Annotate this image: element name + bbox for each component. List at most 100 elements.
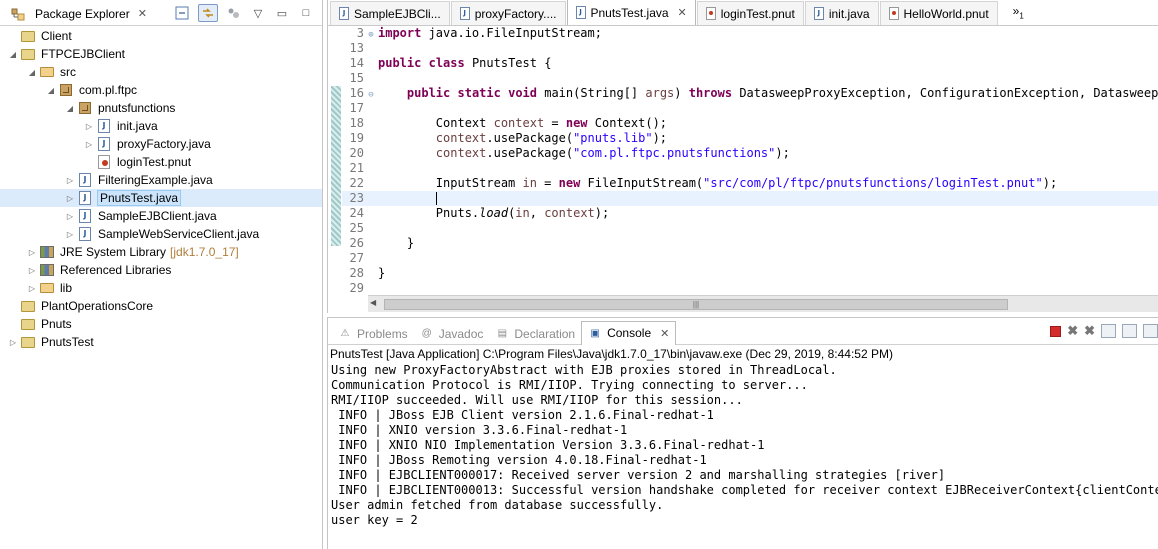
view-menu-icon[interactable]: ▽ [250, 5, 266, 21]
expanded-twisty-icon[interactable]: ◢ [65, 104, 75, 113]
tree-item[interactable]: ▷ JproxyFactory.java [0, 135, 322, 153]
close-icon[interactable]: ✕ [678, 6, 687, 19]
code-text [376, 191, 437, 205]
editor-tab-label: loginTest.pnut [720, 6, 795, 21]
code-area[interactable]: 3 ⊕ import java.io.FileInputStream; 13 14 pub… [328, 26, 1158, 295]
tree-item[interactable]: ▷ J SampleWebServiceClient.java [0, 225, 322, 243]
java-editor: J SampleEJBCli... JproxyFactory.... J PnutsT… [327, 0, 1158, 313]
collapsed-twisty-icon[interactable]: ▷ [84, 122, 94, 131]
tree-item[interactable]: ▷ lib [0, 279, 322, 297]
link-with-editor-icon[interactable] [198, 4, 218, 22]
clear-console-icon[interactable] [1101, 324, 1116, 338]
expanded-twisty-icon[interactable]: ◢ [8, 50, 18, 59]
tree-item[interactable]: ◢ com.pl.ftpc [0, 81, 322, 99]
project-icon [20, 316, 36, 332]
console-panel-tab[interactable]: ▤ Declaration [489, 323, 581, 345]
editor-tab[interactable]: Jinit.java [804, 1, 879, 25]
maximize-icon[interactable]: □ [298, 5, 314, 21]
tree-item-label: loginTest.pnut [117, 155, 192, 169]
remove-all-terminated-icon[interactable]: ✖ [1084, 323, 1095, 339]
collapsed-twisty-icon[interactable]: ▷ [27, 248, 37, 257]
tree-item[interactable]: ▷ Jinit.java [0, 117, 322, 135]
change-marker [331, 86, 341, 246]
close-icon[interactable]: ✕ [138, 7, 147, 20]
console-output-line: INFO | XNIO NIO Implementation Version 3… [331, 438, 765, 452]
scroll-lock-icon[interactable] [1122, 324, 1137, 338]
tree-item[interactable]: ◢ pnutsfunctions [0, 99, 322, 117]
horizontal-scrollbar[interactable]: ◀ ||| [368, 295, 1158, 312]
scroll-left-icon[interactable]: ◀ [370, 298, 376, 307]
console-panel-tab-label: Console [607, 326, 652, 340]
collapse-all-icon[interactable] [174, 5, 190, 21]
collapsed-twisty-icon[interactable]: ▷ [84, 140, 94, 149]
editor-tab[interactable]: J SampleEJBCli... [330, 1, 450, 25]
code-line: 29 [342, 281, 1158, 295]
collapsed-twisty-icon[interactable]: ▷ [65, 176, 75, 185]
close-icon[interactable]: ✕ [660, 327, 669, 340]
java-file-icon: J [813, 7, 824, 20]
collapsed-twisty-icon[interactable]: ▷ [8, 338, 18, 347]
console-panel-tab[interactable]: ▣ Console ✕ [581, 320, 677, 345]
code-line: 14 public class PnutsTest { [342, 56, 1158, 71]
tree-item[interactable]: ◢ src [0, 63, 322, 81]
tree-item[interactable]: Client [0, 27, 322, 45]
tree-item-label: com.pl.ftpc [79, 83, 138, 97]
tree-item[interactable]: ▷ Referenced Libraries [0, 261, 322, 279]
collapsed-twisty-icon[interactable]: ▷ [27, 284, 37, 293]
line-number: 18 [349, 116, 364, 130]
console-output-line: INFO | EJBCLIENT000017: Received server … [331, 468, 946, 482]
code-text: public static void main(String[] args) t… [406, 86, 1158, 100]
code-text: public class PnutsTest { [378, 56, 552, 70]
tree-item[interactable]: ▷ J PnutsTest.java [0, 189, 322, 207]
code-text: context.usePackage("pnuts.lib"); [435, 131, 668, 145]
tree-item[interactable]: PlantOperationsCore [0, 297, 322, 315]
tree-item[interactable]: ▷ J SampleEJBClient.java [0, 207, 322, 225]
tree-item[interactable]: ◢ FTPCEJBClient [0, 45, 322, 63]
tree-item[interactable]: ▷ PnutsTest [0, 333, 322, 351]
console-panel-tab[interactable]: ⚠ Problems [332, 323, 414, 345]
collapsed-twisty-icon[interactable]: ▷ [27, 266, 37, 275]
tree-item[interactable]: ▷ JRE System Library [jdk1.7.0_17] [0, 243, 322, 261]
remove-launch-icon[interactable]: ✖ [1067, 323, 1078, 339]
line-number: 21 [349, 161, 364, 175]
editor-tab[interactable]: HelloWorld.pnut [879, 1, 998, 25]
terminate-icon[interactable] [1050, 325, 1062, 337]
package-explorer: Package Explorer ✕ ▽ ▭ □ Client ◢ FTPCEJBC… [0, 0, 323, 549]
tab-overflow-icon[interactable]: »1 [1013, 4, 1024, 20]
editor-tab[interactable]: J PnutsTest.java ✕ [566, 0, 696, 25]
tree-item-label: Pnuts [41, 317, 72, 331]
java-file-icon: J [96, 136, 112, 152]
minimize-icon[interactable]: ▭ [274, 5, 290, 21]
tree-item-label: pnutsfunctions [98, 101, 176, 115]
collapsed-twisty-icon[interactable]: ▷ [65, 212, 75, 221]
editor-tab[interactable]: loginTest.pnut [696, 1, 804, 25]
console-output[interactable]: Using new ProxyFactoryAbstract with EJB … [328, 363, 1158, 528]
package-explorer-title: Package Explorer [35, 6, 130, 21]
expanded-twisty-icon[interactable]: ◢ [27, 68, 37, 77]
console-output-line: INFO | JBoss EJB Client version 2.1.6.Fi… [331, 408, 714, 422]
change-ruler [328, 26, 342, 295]
console-panel-tab[interactable]: @ Javadoc [414, 323, 490, 345]
project-icon [20, 28, 36, 44]
tree-item[interactable]: loginTest.pnut [0, 153, 322, 171]
expanded-twisty-icon[interactable]: ◢ [46, 86, 56, 95]
pin-console-icon[interactable] [1143, 324, 1158, 338]
tree-item[interactable]: Pnuts [0, 315, 322, 333]
scrollbar-thumb[interactable]: ||| [384, 299, 1008, 310]
collapsed-twisty-icon[interactable]: ▷ [65, 194, 75, 203]
code-line: 3 ⊕ import java.io.FileInputStream; [342, 26, 1158, 41]
code-line: 16 ⊖ public static void main(String[] arg… [342, 86, 1158, 101]
package-explorer-tab[interactable]: Package Explorer ✕ [4, 3, 151, 24]
focus-on-working-set-icon[interactable] [226, 5, 242, 21]
line-number: 28 [349, 266, 364, 280]
editor-tab-label: proxyFactory.... [474, 6, 557, 21]
code-text: context.usePackage("com.pl.ftpc.pnutsfun… [435, 146, 790, 160]
project-icon [20, 46, 36, 62]
collapsed-twisty-icon[interactable]: ▷ [65, 230, 75, 239]
editor-tab[interactable]: JproxyFactory.... [450, 1, 566, 25]
declaration-icon: ▤ [497, 328, 508, 339]
project-icon [20, 298, 36, 314]
pnut-file-icon [888, 7, 899, 20]
tree-item[interactable]: ▷ J FilteringExample.java [0, 171, 322, 189]
